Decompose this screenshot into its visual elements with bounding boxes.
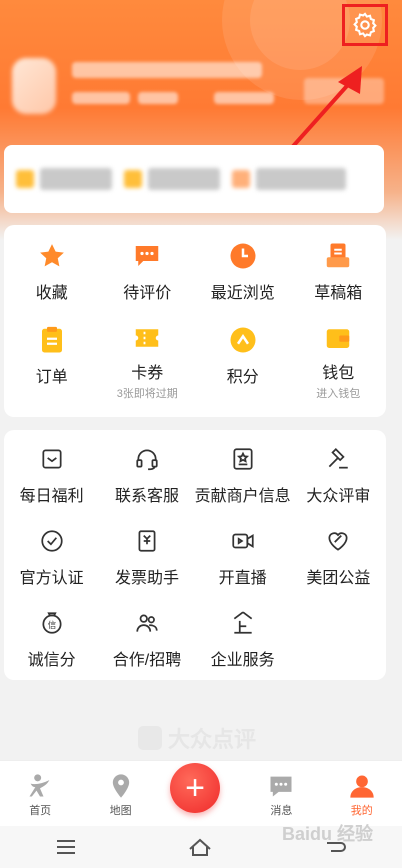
- service-invoice-assistant[interactable]: 发票助手: [99, 512, 194, 594]
- menu-label: 收藏: [35, 285, 68, 302]
- coupon-icon: [130, 323, 164, 353]
- tab-spacer: [161, 818, 241, 826]
- menu-label: 积分: [226, 369, 259, 386]
- service-credit-score[interactable]: 信 诚信分: [4, 594, 99, 676]
- service-label: 贡献商户信息: [194, 488, 291, 505]
- order-icon: [35, 323, 69, 357]
- service-meituan-charity[interactable]: 美团公益: [291, 512, 386, 594]
- service-label: 企业服务: [210, 652, 275, 669]
- services-card: 每日福利 联系客服 贡献商户信息 大众评审 官方认证 发票助手 开直播 美团公益…: [4, 430, 386, 680]
- gift-icon: [35, 442, 69, 476]
- home-nav-icon[interactable]: [187, 837, 213, 857]
- menu-icon[interactable]: [55, 838, 77, 856]
- star-icon: [35, 239, 69, 273]
- credit-icon: 信: [35, 606, 69, 640]
- coupon-expiry-note: 3张即将过期: [116, 388, 178, 400]
- home-icon: [29, 774, 50, 797]
- menu-drafts[interactable]: 草稿箱: [291, 225, 387, 309]
- tab-label: 首页: [29, 805, 52, 817]
- menu-favorites[interactable]: 收藏: [4, 225, 100, 309]
- service-daily-benefits[interactable]: 每日福利: [4, 430, 99, 512]
- watermark-text: Baidu 经验: [282, 824, 374, 844]
- headset-icon: [130, 442, 164, 476]
- user-tag-blurred: [138, 92, 178, 104]
- brand-name: 大众点评: [168, 727, 257, 752]
- menu-label: 最近浏览: [210, 285, 275, 302]
- shop-icon: [226, 442, 260, 476]
- stat-blurred: [16, 168, 112, 190]
- clock-icon: [226, 239, 260, 273]
- check-circle-icon: [35, 524, 69, 558]
- menu-orders[interactable]: 订单: [4, 309, 100, 393]
- invoice-icon: [130, 524, 164, 558]
- service-label: 美团公益: [306, 570, 371, 587]
- menu-label: 订单: [35, 369, 68, 386]
- tab-mine[interactable]: 我的: [322, 772, 402, 826]
- points-icon: [226, 323, 260, 357]
- video-icon: [226, 524, 260, 558]
- tab-label: 消息: [270, 805, 293, 817]
- brand-footer: 大众点评: [138, 722, 256, 754]
- heart-icon: [321, 524, 355, 558]
- message-icon: [270, 776, 292, 797]
- menu-pending-reviews[interactable]: 待评价: [100, 225, 196, 309]
- avatar[interactable]: [12, 58, 56, 114]
- map-pin-icon: [112, 774, 129, 798]
- wallet-icon: [321, 323, 355, 353]
- service-label: 合作/招聘: [112, 652, 182, 669]
- tab-map[interactable]: 地图: [81, 772, 161, 826]
- tab-label: 地图: [109, 805, 132, 817]
- tab-label: 我的: [350, 805, 373, 817]
- service-label: 诚信分: [27, 652, 76, 669]
- service-contribute-merchant[interactable]: 贡献商户信息: [195, 430, 291, 512]
- tab-home[interactable]: 首页: [0, 772, 80, 826]
- service-public-review[interactable]: 大众评审: [291, 430, 386, 512]
- enterprise-icon: [226, 606, 260, 640]
- drafts-icon: [321, 239, 355, 273]
- stat-blurred: [124, 168, 220, 190]
- service-label: 大众评审: [306, 488, 371, 505]
- stat-blurred: [232, 168, 346, 190]
- quick-menu-card: 收藏 待评价 最近浏览 草稿箱 订单 卡券 3张即将过期 积分 钱包 进入钱包: [4, 225, 386, 417]
- menu-label: 待评价: [123, 285, 172, 302]
- gavel-icon: [321, 442, 355, 476]
- comment-icon: [130, 239, 164, 273]
- plus-icon: +: [185, 768, 205, 807]
- stats-card[interactable]: [4, 145, 384, 213]
- user-tag-blurred: [72, 92, 130, 104]
- publish-plus-button[interactable]: +: [170, 763, 220, 813]
- tab-messages[interactable]: 消息: [241, 772, 321, 826]
- menu-label: 卡券: [131, 365, 164, 382]
- service-partnership-jobs[interactable]: 合作/招聘: [99, 594, 194, 676]
- service-label: 官方认证: [19, 570, 84, 587]
- service-enterprise[interactable]: 企业服务: [195, 594, 291, 676]
- username-blurred: [72, 62, 262, 78]
- brand-logo-icon: [138, 726, 162, 750]
- menu-label: 草稿箱: [314, 285, 363, 302]
- people-icon: [130, 606, 164, 640]
- service-label: 发票助手: [114, 570, 179, 587]
- service-label: 联系客服: [114, 488, 179, 505]
- wallet-enter-note: 进入钱包: [316, 388, 361, 400]
- gear-icon: [353, 12, 377, 38]
- user-icon: [350, 775, 374, 798]
- service-label: 每日福利: [19, 488, 84, 505]
- menu-points[interactable]: 积分: [195, 309, 291, 393]
- svg-text:信: 信: [47, 619, 56, 631]
- service-go-live[interactable]: 开直播: [195, 512, 291, 594]
- service-customer-support[interactable]: 联系客服: [99, 430, 194, 512]
- menu-coupons[interactable]: 卡券 3张即将过期: [100, 309, 196, 400]
- settings-button[interactable]: [342, 4, 388, 46]
- service-label: 开直播: [218, 570, 267, 587]
- menu-wallet[interactable]: 钱包 进入钱包: [291, 309, 387, 400]
- menu-label: 钱包: [322, 365, 355, 382]
- service-official-verify[interactable]: 官方认证: [4, 512, 99, 594]
- menu-recent[interactable]: 最近浏览: [195, 225, 291, 309]
